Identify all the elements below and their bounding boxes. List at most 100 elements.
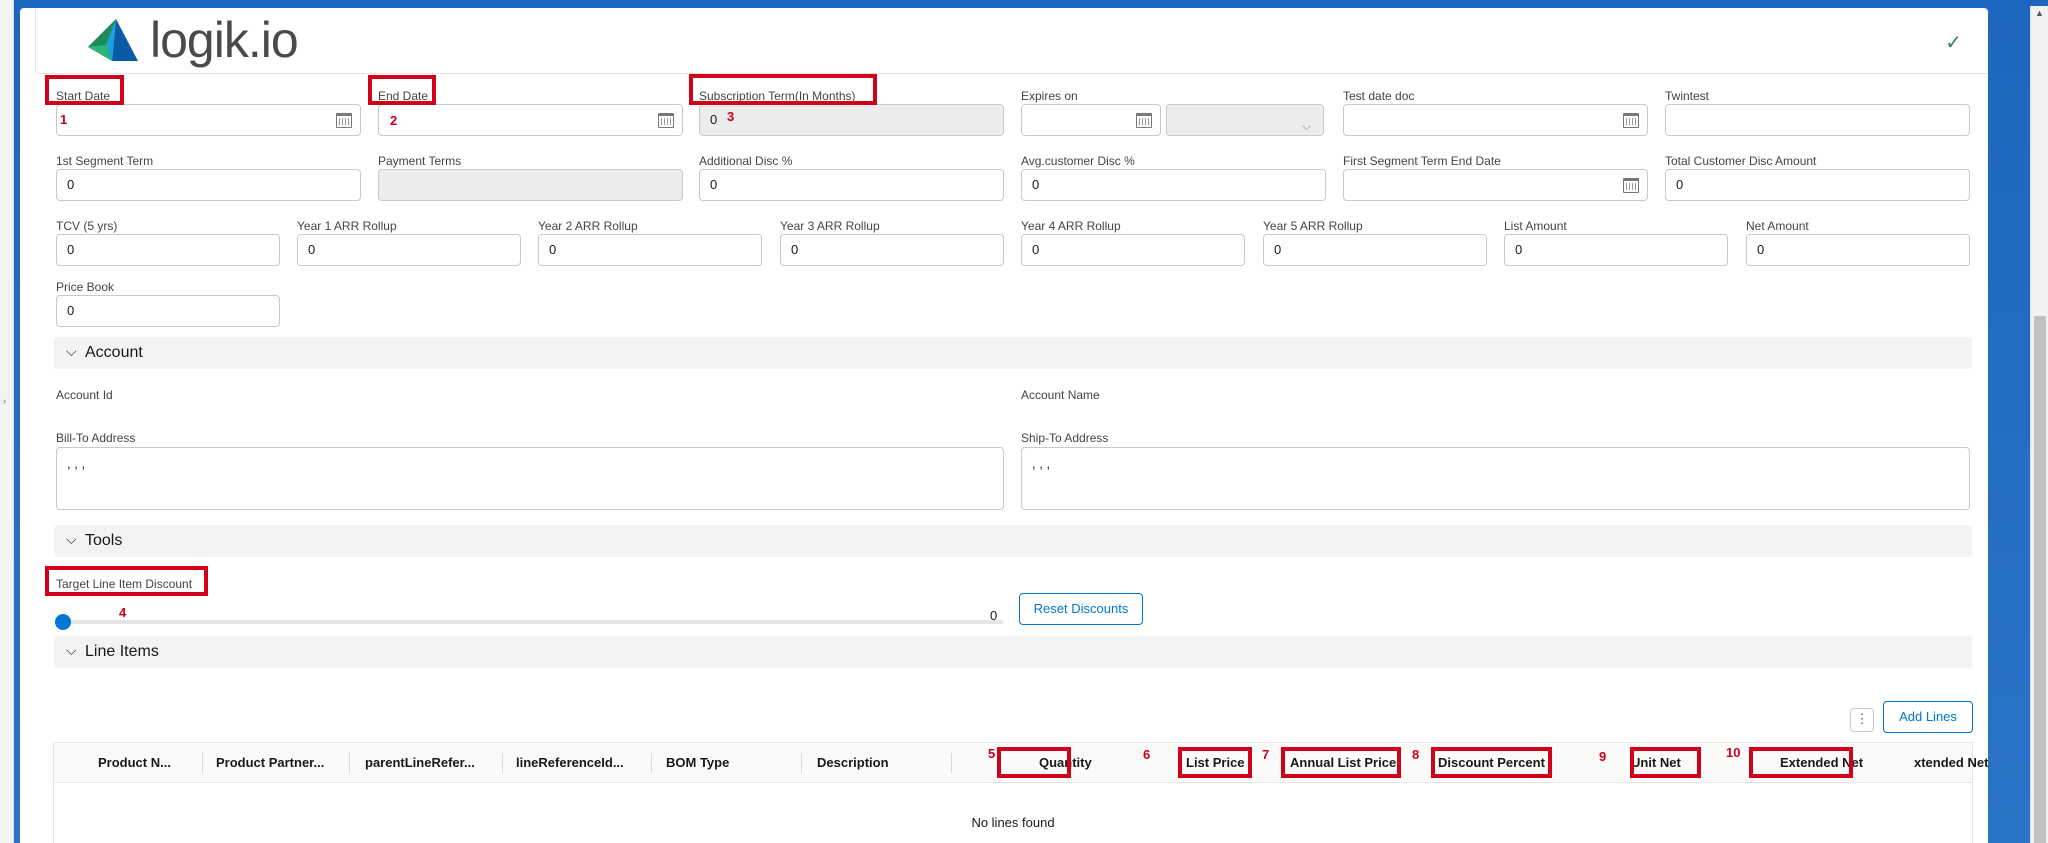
year4-arr-field[interactable]: 0 xyxy=(1021,234,1245,266)
column-divider[interactable] xyxy=(651,753,652,773)
account-section-title: Account xyxy=(85,344,143,361)
test-date-doc-field[interactable] xyxy=(1343,104,1648,136)
subscription-term-field: 0 xyxy=(699,104,1004,136)
year5-arr-field[interactable]: 0 xyxy=(1263,234,1487,266)
net-amount-field[interactable]: 0 xyxy=(1746,234,1970,266)
expires-on-label: Expires on xyxy=(1021,89,1078,103)
highlight-start-date xyxy=(45,75,124,105)
marker-5: 5 xyxy=(988,746,996,761)
year1-arr-field[interactable]: 0 xyxy=(297,234,521,266)
twintest-label: Twintest xyxy=(1665,89,1710,103)
expires-on-time-select[interactable]: ⌵ xyxy=(1166,104,1324,136)
add-lines-button[interactable]: Add Lines xyxy=(1883,701,1973,733)
highlight-discount-percent xyxy=(1431,747,1552,778)
account-id-label: Account Id xyxy=(56,388,113,402)
discount-slider-track[interactable] xyxy=(63,620,1003,624)
tools-section-header[interactable]: ⌵ Tools xyxy=(54,525,1972,557)
reset-discounts-button[interactable]: Reset Discounts xyxy=(1019,593,1143,625)
total-customer-disc-field[interactable]: 0 xyxy=(1665,169,1970,201)
logo-text: logik.io xyxy=(150,12,299,68)
col-product-partner[interactable]: Product Partner... xyxy=(216,755,324,770)
twintest-field[interactable] xyxy=(1665,104,1970,136)
tcv-label: TCV (5 yrs) xyxy=(56,219,118,233)
marker-6: 6 xyxy=(1143,747,1151,762)
col-extended-net-price[interactable]: xtended Net Pr xyxy=(1914,755,1988,770)
page-scrollbar[interactable]: ▲ xyxy=(2030,6,2048,843)
column-divider[interactable] xyxy=(349,753,350,773)
end-date-field[interactable] xyxy=(378,104,683,136)
list-amount-field[interactable]: 0 xyxy=(1504,234,1728,266)
highlight-unit-net xyxy=(1630,747,1701,778)
marker-2: 2 xyxy=(390,113,398,128)
first-segment-term-field[interactable]: 0 xyxy=(56,169,361,201)
col-parent-line-ref[interactable]: parentLineRefer... xyxy=(365,755,475,770)
marker-10: 10 xyxy=(1726,745,1741,760)
discount-slider-handle[interactable] xyxy=(55,614,71,630)
additional-disc-label: Additional Disc % xyxy=(699,154,793,168)
col-line-reference-id[interactable]: lineReferenceId... xyxy=(516,755,624,770)
logik-logo-icon xyxy=(88,19,138,61)
chevron-down-icon: ⌵ xyxy=(1301,119,1311,133)
marker-7: 7 xyxy=(1262,747,1270,762)
line-items-section-title: Line Items xyxy=(85,643,159,660)
highlight-target-discount xyxy=(45,566,208,596)
year3-arr-label: Year 3 ARR Rollup xyxy=(780,219,880,233)
first-segment-end-date-label: First Segment Term End Date xyxy=(1343,154,1501,168)
ship-to-address-field[interactable]: , , , xyxy=(1021,447,1970,510)
scrollbar-thumb[interactable] xyxy=(2034,316,2046,843)
highlight-subscription-term xyxy=(689,74,877,105)
highlight-list-price xyxy=(1178,747,1252,778)
bill-to-label: Bill-To Address xyxy=(56,431,136,445)
checkmark-icon: ✓ xyxy=(1945,32,1962,54)
ship-to-label: Ship-To Address xyxy=(1021,431,1109,445)
calendar-icon[interactable] xyxy=(336,113,352,128)
col-bom-type[interactable]: BOM Type xyxy=(666,755,729,770)
year2-arr-field[interactable]: 0 xyxy=(538,234,762,266)
list-amount-label: List Amount xyxy=(1504,219,1567,233)
year2-arr-label: Year 2 ARR Rollup xyxy=(538,219,638,233)
marker-8: 8 xyxy=(1412,747,1420,762)
expand-arrow-icon[interactable]: › xyxy=(3,396,6,406)
col-description[interactable]: Description xyxy=(817,755,889,770)
slider-value: 0 xyxy=(990,608,998,623)
calendar-icon[interactable] xyxy=(1623,178,1639,193)
tcv-field[interactable]: 0 xyxy=(56,234,280,266)
app-header: logik.io ✓ xyxy=(35,8,1988,74)
main-card: logik.io ✓ Start Date End Date Subscript… xyxy=(20,8,1988,843)
price-book-field[interactable]: 0 xyxy=(56,295,280,327)
highlight-extended-net xyxy=(1749,747,1853,778)
column-divider[interactable] xyxy=(502,753,503,773)
more-actions-icon[interactable]: ⋮ xyxy=(1850,708,1874,732)
additional-disc-field[interactable]: 0 xyxy=(699,169,1004,201)
expires-on-date-field[interactable] xyxy=(1021,104,1161,136)
column-divider[interactable] xyxy=(951,753,952,773)
first-segment-end-date-field[interactable] xyxy=(1343,169,1648,201)
calendar-icon[interactable] xyxy=(1623,113,1639,128)
account-section-header[interactable]: ⌵ Account xyxy=(54,337,1972,369)
column-divider[interactable] xyxy=(202,753,203,773)
highlight-annual-list-price xyxy=(1281,747,1401,778)
marker-4: 4 xyxy=(119,605,127,620)
marker-1: 1 xyxy=(60,112,68,127)
col-product-name[interactable]: Product N... xyxy=(98,755,171,770)
left-panel-edge[interactable]: › xyxy=(0,0,14,843)
line-items-section-header[interactable]: ⌵ Line Items xyxy=(54,636,1972,668)
chevron-down-icon: ⌵ xyxy=(66,642,77,658)
avg-customer-disc-field[interactable]: 0 xyxy=(1021,169,1326,201)
highlight-end-date xyxy=(368,75,436,105)
calendar-icon[interactable] xyxy=(1136,113,1152,128)
logik-logo: logik.io xyxy=(86,12,299,68)
avg-customer-disc-label: Avg.customer Disc % xyxy=(1021,154,1135,168)
marker-3: 3 xyxy=(727,109,735,124)
calendar-icon[interactable] xyxy=(658,113,674,128)
bill-to-address-field[interactable]: , , , xyxy=(56,447,1004,510)
year1-arr-label: Year 1 ARR Rollup xyxy=(297,219,397,233)
marker-9: 9 xyxy=(1599,749,1607,764)
payment-terms-label: Payment Terms xyxy=(378,154,462,168)
column-divider[interactable] xyxy=(801,753,802,773)
start-date-field[interactable] xyxy=(56,104,361,136)
year3-arr-field[interactable]: 0 xyxy=(780,234,1004,266)
scroll-up-icon[interactable]: ▲ xyxy=(2035,8,2044,18)
price-book-label: Price Book xyxy=(56,280,115,294)
chevron-down-icon: ⌵ xyxy=(66,343,77,359)
